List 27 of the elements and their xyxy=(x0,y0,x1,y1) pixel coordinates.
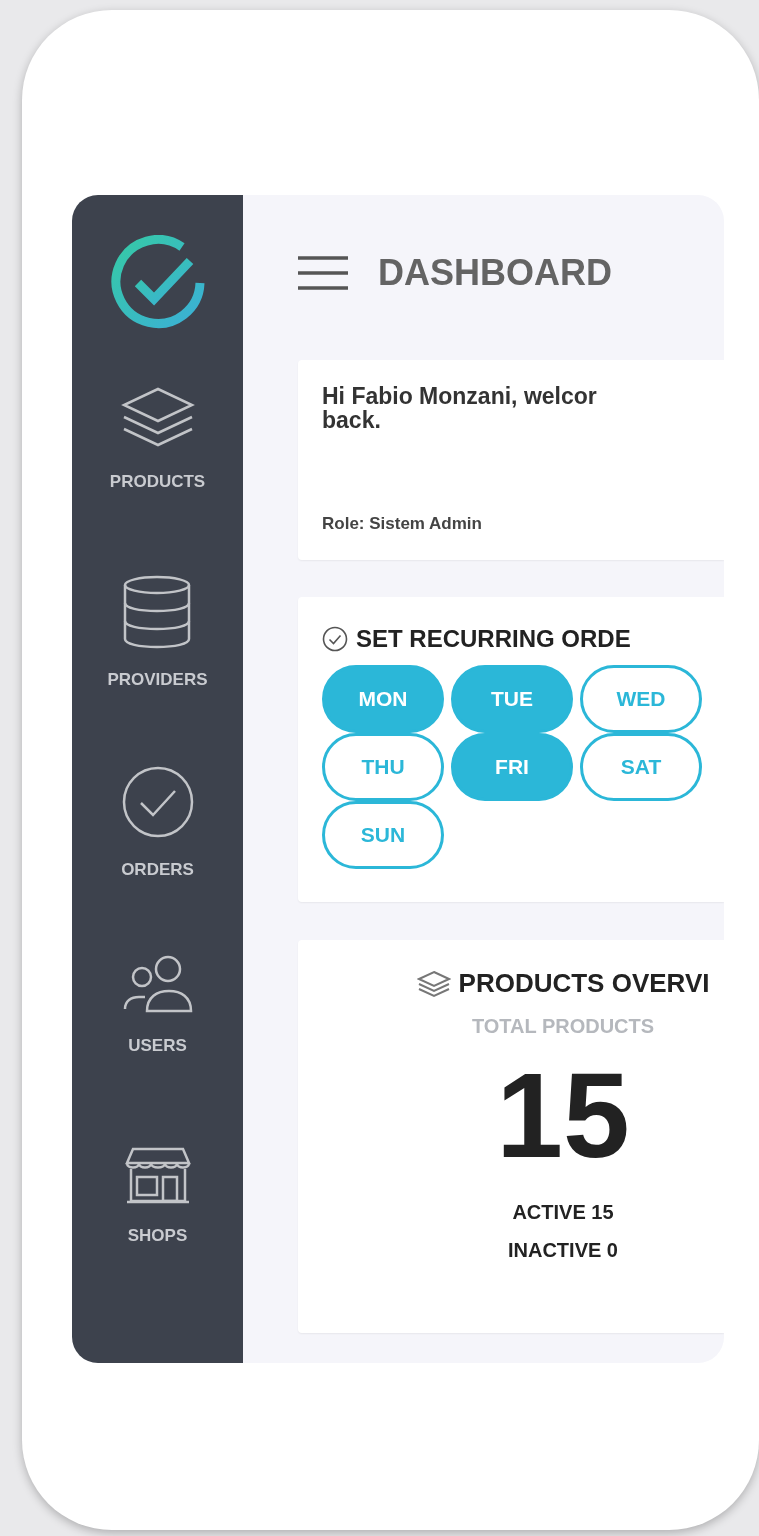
shop-icon xyxy=(124,1145,191,1205)
sidebar-item[interactable]: PRODUCTS xyxy=(109,385,206,575)
welcome-message: Hi Fabio Monzani, welcor back. xyxy=(322,384,598,433)
check-circle-icon xyxy=(120,765,195,839)
sidebar-item[interactable]: ORDERS xyxy=(120,765,195,955)
check-circle-icon xyxy=(322,626,348,652)
day-toggle[interactable]: SAT xyxy=(580,733,702,801)
day-toggle[interactable]: WED xyxy=(580,665,702,733)
active-count: ACTIVE 15 xyxy=(512,1200,614,1225)
database-icon xyxy=(122,575,193,649)
day-toggle[interactable]: TUE xyxy=(451,665,573,733)
page-title: DASHBOARD xyxy=(378,250,612,295)
inactive-count: INACTIVE 0 xyxy=(507,1238,618,1263)
day-toggle[interactable]: FRI xyxy=(451,733,573,801)
day-toggle[interactable]: MON xyxy=(322,665,444,733)
day-toggle[interactable]: SUN xyxy=(322,801,444,869)
total-count: 15 xyxy=(496,1055,630,1175)
section-title: PRODUCTS OVERVI xyxy=(458,967,710,1000)
role-label: Role: Sistem Admin xyxy=(322,512,483,535)
day-toggle[interactable]: THU xyxy=(322,733,444,801)
layers-icon xyxy=(416,969,451,998)
sidebar-item[interactable]: PROVIDERS xyxy=(107,575,208,765)
total-label: TOTAL PRODUCTS xyxy=(471,1014,655,1039)
menu-icon[interactable] xyxy=(298,254,348,291)
sidebar-item[interactable]: USERS xyxy=(120,955,195,1145)
section-title: SET RECURRING ORDE xyxy=(356,624,631,654)
sidebar-item[interactable]: SHOPS xyxy=(124,1145,191,1335)
